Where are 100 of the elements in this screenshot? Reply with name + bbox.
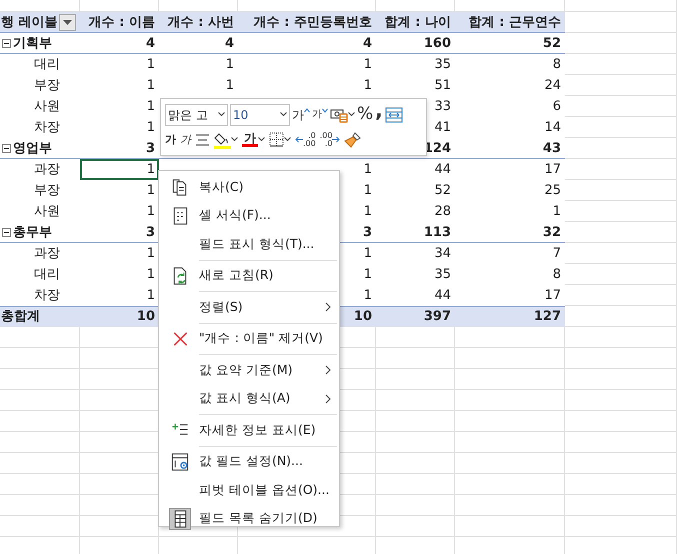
menu-item[interactable]: 피벗 테이블 옵션(O)... [159, 476, 339, 504]
arrow-icon [295, 136, 303, 143]
column-header: 개수 : 사번 [166, 14, 235, 32]
table-cell[interactable]: 44 [376, 285, 455, 306]
table-cell[interactable]: 1 [80, 159, 159, 180]
table-cell[interactable]: 3 [80, 138, 159, 159]
menu-item[interactable]: 새로 고침(R) [159, 262, 339, 290]
table-cell[interactable]: 397 [376, 306, 455, 327]
table-cell[interactable]: 25 [455, 180, 565, 201]
table-cell[interactable]: 28 [376, 201, 455, 222]
color-bar-icon [242, 144, 258, 147]
table-cell[interactable]: 1 [80, 180, 159, 201]
borders-icon [269, 132, 284, 147]
table-cell[interactable]: 44 [376, 159, 455, 180]
table-cell[interactable]: 1 [80, 96, 159, 117]
row-label: 기획부 [13, 34, 52, 53]
row-label: 총합계 [1, 308, 40, 326]
menu-item[interactable]: 값 표시 형식(A) [159, 384, 339, 413]
table-cell[interactable]: 34 [376, 243, 455, 264]
table-cell[interactable]: 43 [455, 138, 565, 159]
table-cell[interactable]: 32 [455, 222, 565, 243]
table-cell[interactable]: 1 [80, 201, 159, 222]
caret-icon [218, 112, 225, 117]
table-cell[interactable]: 1 [80, 54, 159, 75]
table-cell[interactable]: 17 [455, 159, 565, 180]
table-cell[interactable]: 1 [80, 285, 159, 306]
table-cell[interactable]: 35 [376, 264, 455, 285]
menu-item[interactable]: 필드 표시 형식(T)... [159, 230, 339, 258]
comma-style-button[interactable]: , [375, 104, 383, 126]
decrease-decimal-button[interactable]: .0 .00 [295, 128, 316, 150]
collapse-icon[interactable] [2, 39, 11, 48]
merge-icon [384, 106, 403, 122]
table-cell[interactable]: 160 [376, 33, 455, 54]
arrow-icon [332, 136, 340, 143]
table-cell[interactable]: 3 [80, 222, 159, 243]
font-color-button[interactable]: 가 [242, 128, 265, 150]
row-label: 총무부 [13, 224, 52, 242]
row-label: 부장 [34, 182, 60, 200]
table-cell[interactable]: 52 [376, 180, 455, 201]
table-cell[interactable]: 6 [455, 96, 565, 117]
row-label: 영업부 [13, 140, 52, 158]
table-cell[interactable]: 17 [455, 285, 565, 306]
grow-font-button[interactable]: 가 [292, 104, 310, 126]
font-name-field[interactable]: 맑은 고 [165, 104, 228, 126]
increase-decimal-button[interactable]: .00 .0 [320, 128, 340, 150]
row-label: 차장 [34, 118, 60, 137]
table-cell[interactable]: 1 [159, 54, 238, 75]
table-cell[interactable]: 4 [159, 33, 238, 54]
row-label: 부장 [34, 76, 60, 95]
caret-icon [63, 20, 72, 25]
table-cell[interactable]: 24 [455, 75, 565, 96]
bold-button[interactable]: 가 [165, 128, 176, 150]
table-cell[interactable]: 127 [455, 306, 565, 327]
row-label: 사원 [34, 98, 60, 116]
menu-item[interactable]: 필드 목록 숨기기(D) [159, 504, 339, 533]
table-cell[interactable]: 1 [238, 75, 376, 96]
table-cell[interactable]: 1 [238, 54, 376, 75]
italic-button[interactable]: 가 [180, 128, 191, 150]
menu-item[interactable]: 값 요약 기준(M) [159, 356, 339, 384]
table-cell[interactable]: 14 [455, 117, 565, 138]
font-size-field[interactable]: 10 [230, 104, 290, 126]
column-header: 합계 : 근무연수 [468, 14, 562, 32]
menu-item[interactable]: "개수 : 이름" 제거(V) [159, 324, 339, 353]
column-header: 개수 : 주민등록번호 [252, 14, 373, 32]
table-cell[interactable]: 1 [80, 75, 159, 96]
table-cell[interactable]: 51 [376, 75, 455, 96]
row-label: 과장 [34, 160, 60, 179]
row-header: 행 레이블 [1, 14, 58, 32]
shrink-font-button[interactable]: 가 [312, 104, 328, 126]
caret-down-icon [322, 108, 328, 112]
collapse-icon[interactable] [2, 144, 11, 153]
row-label: 대리 [34, 56, 60, 74]
table-cell[interactable]: 4 [80, 33, 159, 54]
table-cell[interactable]: 4 [238, 33, 376, 54]
row-label: 과장 [34, 244, 60, 263]
table-cell[interactable]: 52 [455, 33, 565, 54]
percent-style-button[interactable]: % [357, 104, 374, 126]
filter-dropdown-button[interactable] [59, 14, 76, 31]
row-label: 차장 [34, 286, 60, 305]
menu-item[interactable]: 셀 서식(F)... [159, 202, 339, 230]
table-cell[interactable]: 10 [80, 306, 159, 327]
table-cell[interactable]: 1 [80, 243, 159, 264]
table-cell[interactable]: 1 [80, 117, 159, 138]
menu-item[interactable]: 복사(C) [159, 173, 339, 202]
collapse-icon[interactable] [2, 228, 11, 237]
table-cell[interactable]: 8 [455, 264, 565, 285]
caret-icon [284, 137, 291, 142]
table-cell[interactable]: 1 [455, 201, 565, 222]
table-cell[interactable]: 1 [159, 75, 238, 96]
table-cell[interactable]: 1 [80, 264, 159, 285]
menu-item[interactable]: 자세한 정보 표시(E) [159, 416, 339, 444]
table-cell[interactable]: 7 [455, 243, 565, 264]
row-label: 사원 [34, 202, 60, 221]
menu-item[interactable]: 값 필드 설정(N)... [159, 448, 339, 476]
table-cell[interactable]: 35 [376, 54, 455, 75]
table-cell[interactable]: 8 [455, 54, 565, 75]
row-label: 대리 [34, 266, 60, 284]
menu-item[interactable]: 정렬(S) [159, 293, 339, 322]
table-cell[interactable]: 113 [376, 222, 455, 243]
paint-bucket-icon [214, 130, 231, 148]
